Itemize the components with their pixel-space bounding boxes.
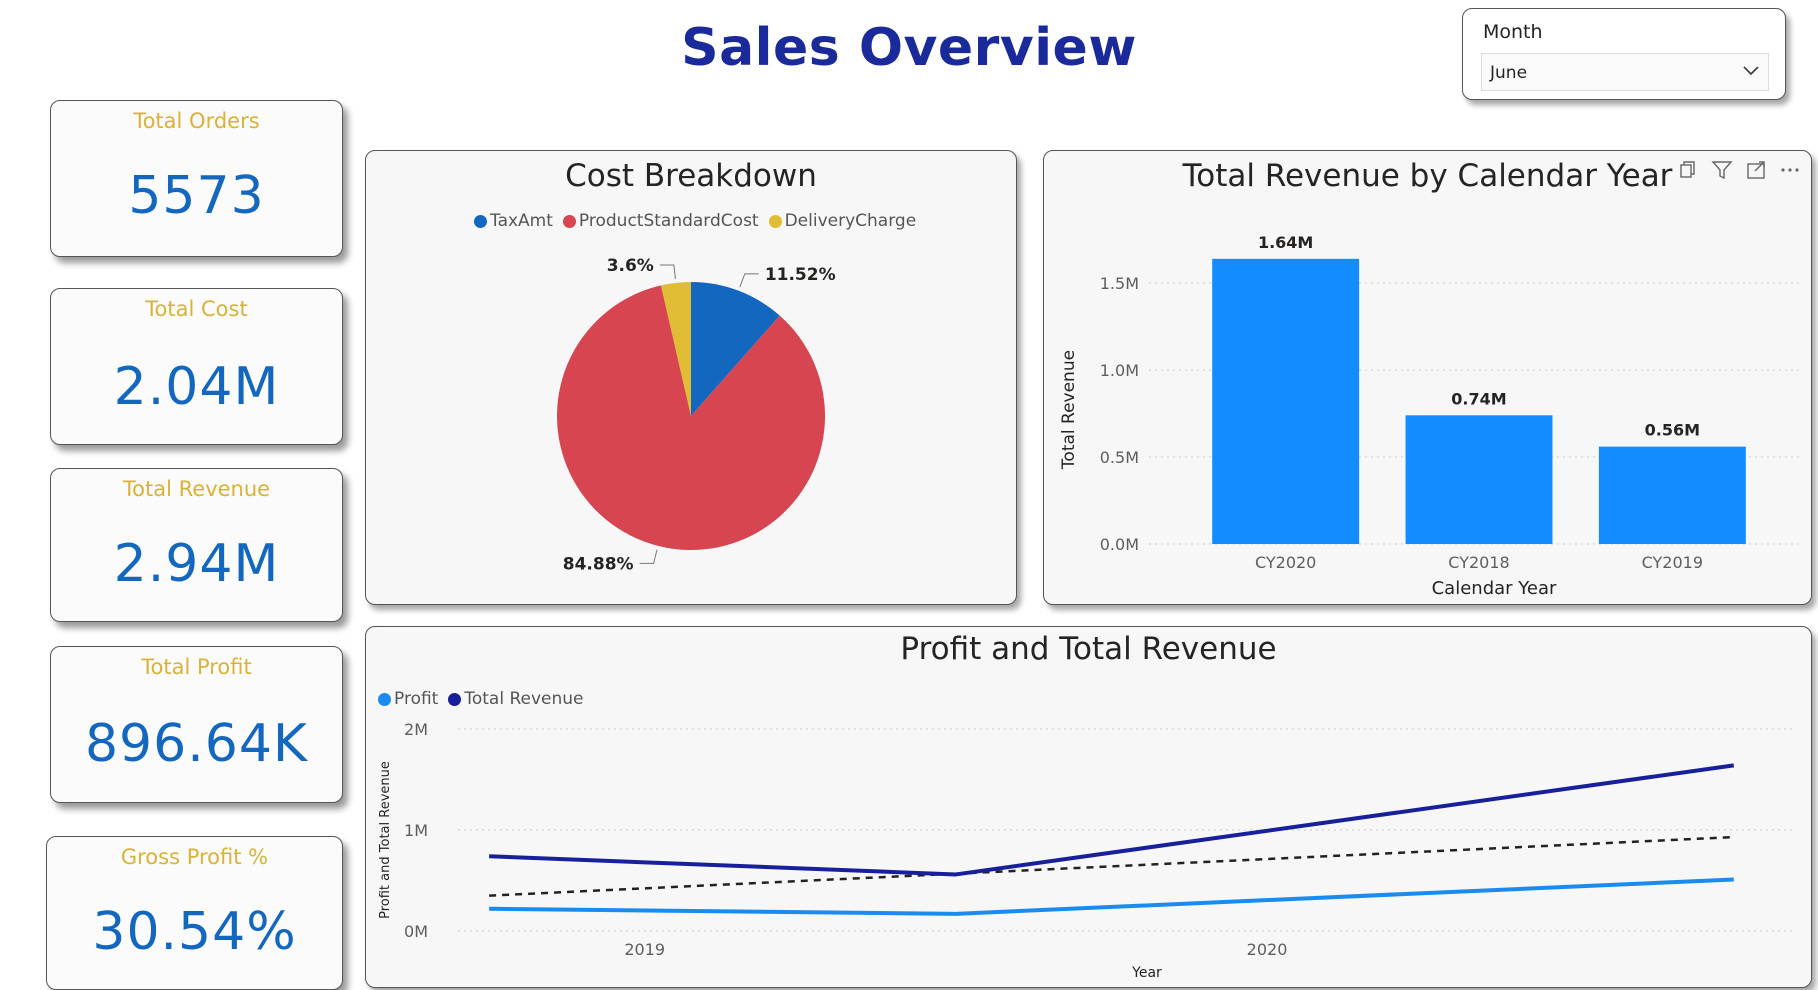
card-label: Total Orders [133,109,260,133]
total-cost-card: Total Cost 2.04M [50,288,343,445]
card-value: 30.54% [92,902,297,962]
x-tick-label: CY2018 [1448,553,1509,572]
series-line-profit[interactable] [489,877,1734,916]
bar-cy2018[interactable] [1405,415,1553,544]
pie-leader-line [739,273,759,288]
x-axis-label: Year [1131,965,1162,981]
line-chart: 0M 1M 2M 2019 2020 Year Profit and Total Reven… [378,720,1796,981]
month-slicer: Month June [1462,8,1786,100]
pie-leader-line [659,264,676,279]
card-value: 2.94M [113,534,280,594]
profit-revenue-visual[interactable]: Profit and Total Revenue Profit Total Rev… [365,626,1812,988]
x-tick-label: CY2020 [1255,553,1316,572]
slicer-selected-value: June [1490,63,1528,83]
total-orders-card: Total Orders 5573 [50,100,343,257]
x-tick-label: 2019 [624,940,665,959]
card-label: Gross Profit % [120,845,269,869]
gross-profit-card: Gross Profit % 30.54% [46,836,343,990]
bar-cy2019[interactable] [1598,446,1746,544]
y-tick-label: 2M [404,720,428,739]
x-tick-label: 2020 [1247,940,1288,959]
bar-data-label: 0.74M [1451,389,1506,408]
cost-breakdown-visual[interactable]: Cost Breakdown TaxAmt ProductStandardCost… [365,150,1017,605]
x-tick-label: CY2019 [1642,553,1703,572]
y-axis-label: Total Revenue [1059,350,1079,470]
bar-cy2020[interactable] [1212,258,1360,544]
bar-data-label: 0.56M [1645,421,1700,440]
x-axis-label: Calendar Year [1432,578,1557,599]
card-label: Total Revenue [122,477,271,501]
slicer-label: Month [1483,21,1543,43]
y-tick-label: 0M [404,922,428,941]
card-label: Total Cost [145,297,248,321]
y-tick-label: 0.5M [1100,448,1139,467]
revenue-by-year-visual[interactable]: Total Revenue by Calendar Year 0.0M 0.5M 1… [1043,150,1812,605]
card-value: 896.64K [84,714,309,774]
pie-chart: 11.52% 84.88% 3.6% [557,256,836,574]
total-revenue-card: Total Revenue 2.94M [50,468,343,622]
y-tick-label: 0.0M [1100,535,1139,554]
total-profit-card: Total Profit 896.64K [50,646,343,803]
pie-leader-line [639,549,658,564]
card-label: Total Profit [141,655,252,679]
pie-data-label: 84.88% [563,554,634,574]
pie-data-label: 3.6% [607,256,654,276]
bar-chart: 0.0M 0.5M 1.0M 1.5M 1.64M CY2020 0.74M CY2018 0.… [1059,233,1799,599]
card-value: 2.04M [113,357,280,417]
y-axis-label: Profit and Total Revenue [378,761,393,919]
bar-data-label: 1.64M [1258,233,1313,252]
month-dropdown[interactable]: June [1481,53,1769,91]
series-line-total-revenue[interactable] [489,763,1735,877]
y-tick-label: 1.0M [1100,361,1139,380]
chevron-down-icon [1743,66,1759,76]
y-tick-label: 1M [404,821,428,840]
y-tick-label: 1.5M [1100,274,1139,293]
card-value: 5573 [128,166,265,226]
pie-data-label: 11.52% [765,265,836,285]
